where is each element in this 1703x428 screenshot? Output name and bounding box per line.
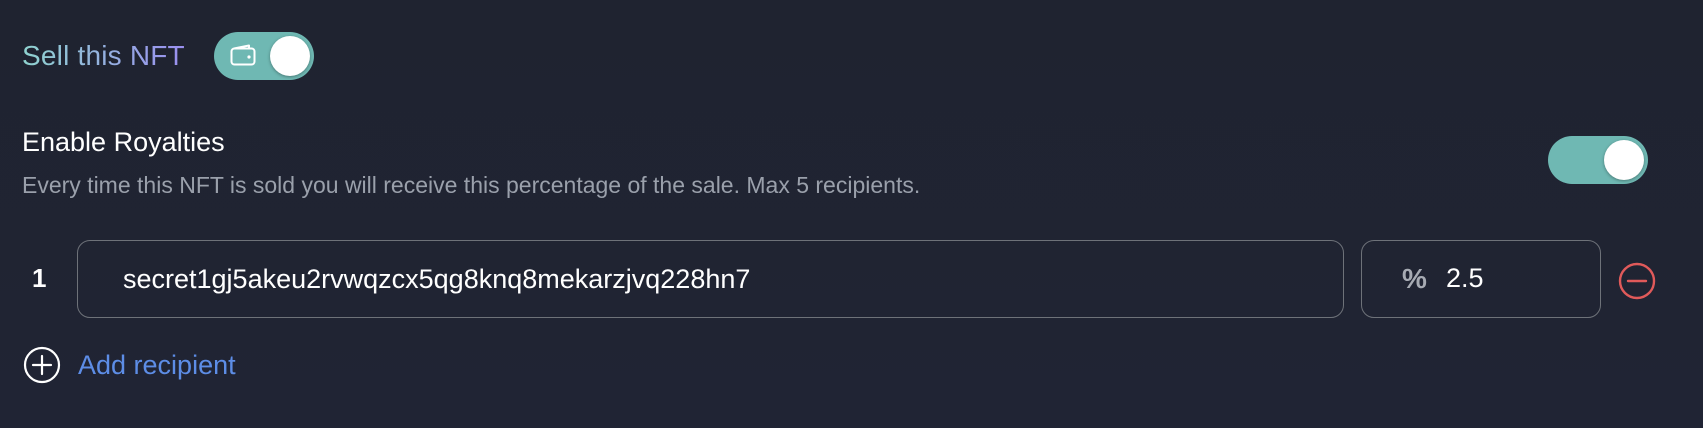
recipient-index: 1	[32, 263, 47, 293]
royalty-percent-input[interactable]	[1446, 241, 1586, 316]
add-recipient-label: Add recipient	[78, 349, 236, 380]
royalties-title: Enable Royalties	[22, 127, 225, 157]
percent-icon: %	[1402, 263, 1427, 294]
sell-section: Sell this NFT	[22, 30, 314, 82]
sell-toggle[interactable]	[214, 32, 314, 80]
recipient-address-input[interactable]	[77, 240, 1344, 318]
royalty-percent-field: %	[1361, 240, 1601, 318]
wallet-icon	[230, 44, 256, 66]
royalties-toggle-knob	[1604, 140, 1644, 180]
sell-label: Sell this NFT	[22, 40, 185, 71]
remove-recipient-button[interactable]	[1617, 261, 1657, 301]
royalties-description: Every time this NFT is sold you will rec…	[22, 172, 921, 198]
sell-toggle-knob	[270, 36, 310, 76]
royalties-toggle[interactable]	[1548, 136, 1648, 184]
add-recipient-button[interactable]: Add recipient	[22, 345, 236, 385]
plus-circle-icon	[23, 346, 61, 384]
